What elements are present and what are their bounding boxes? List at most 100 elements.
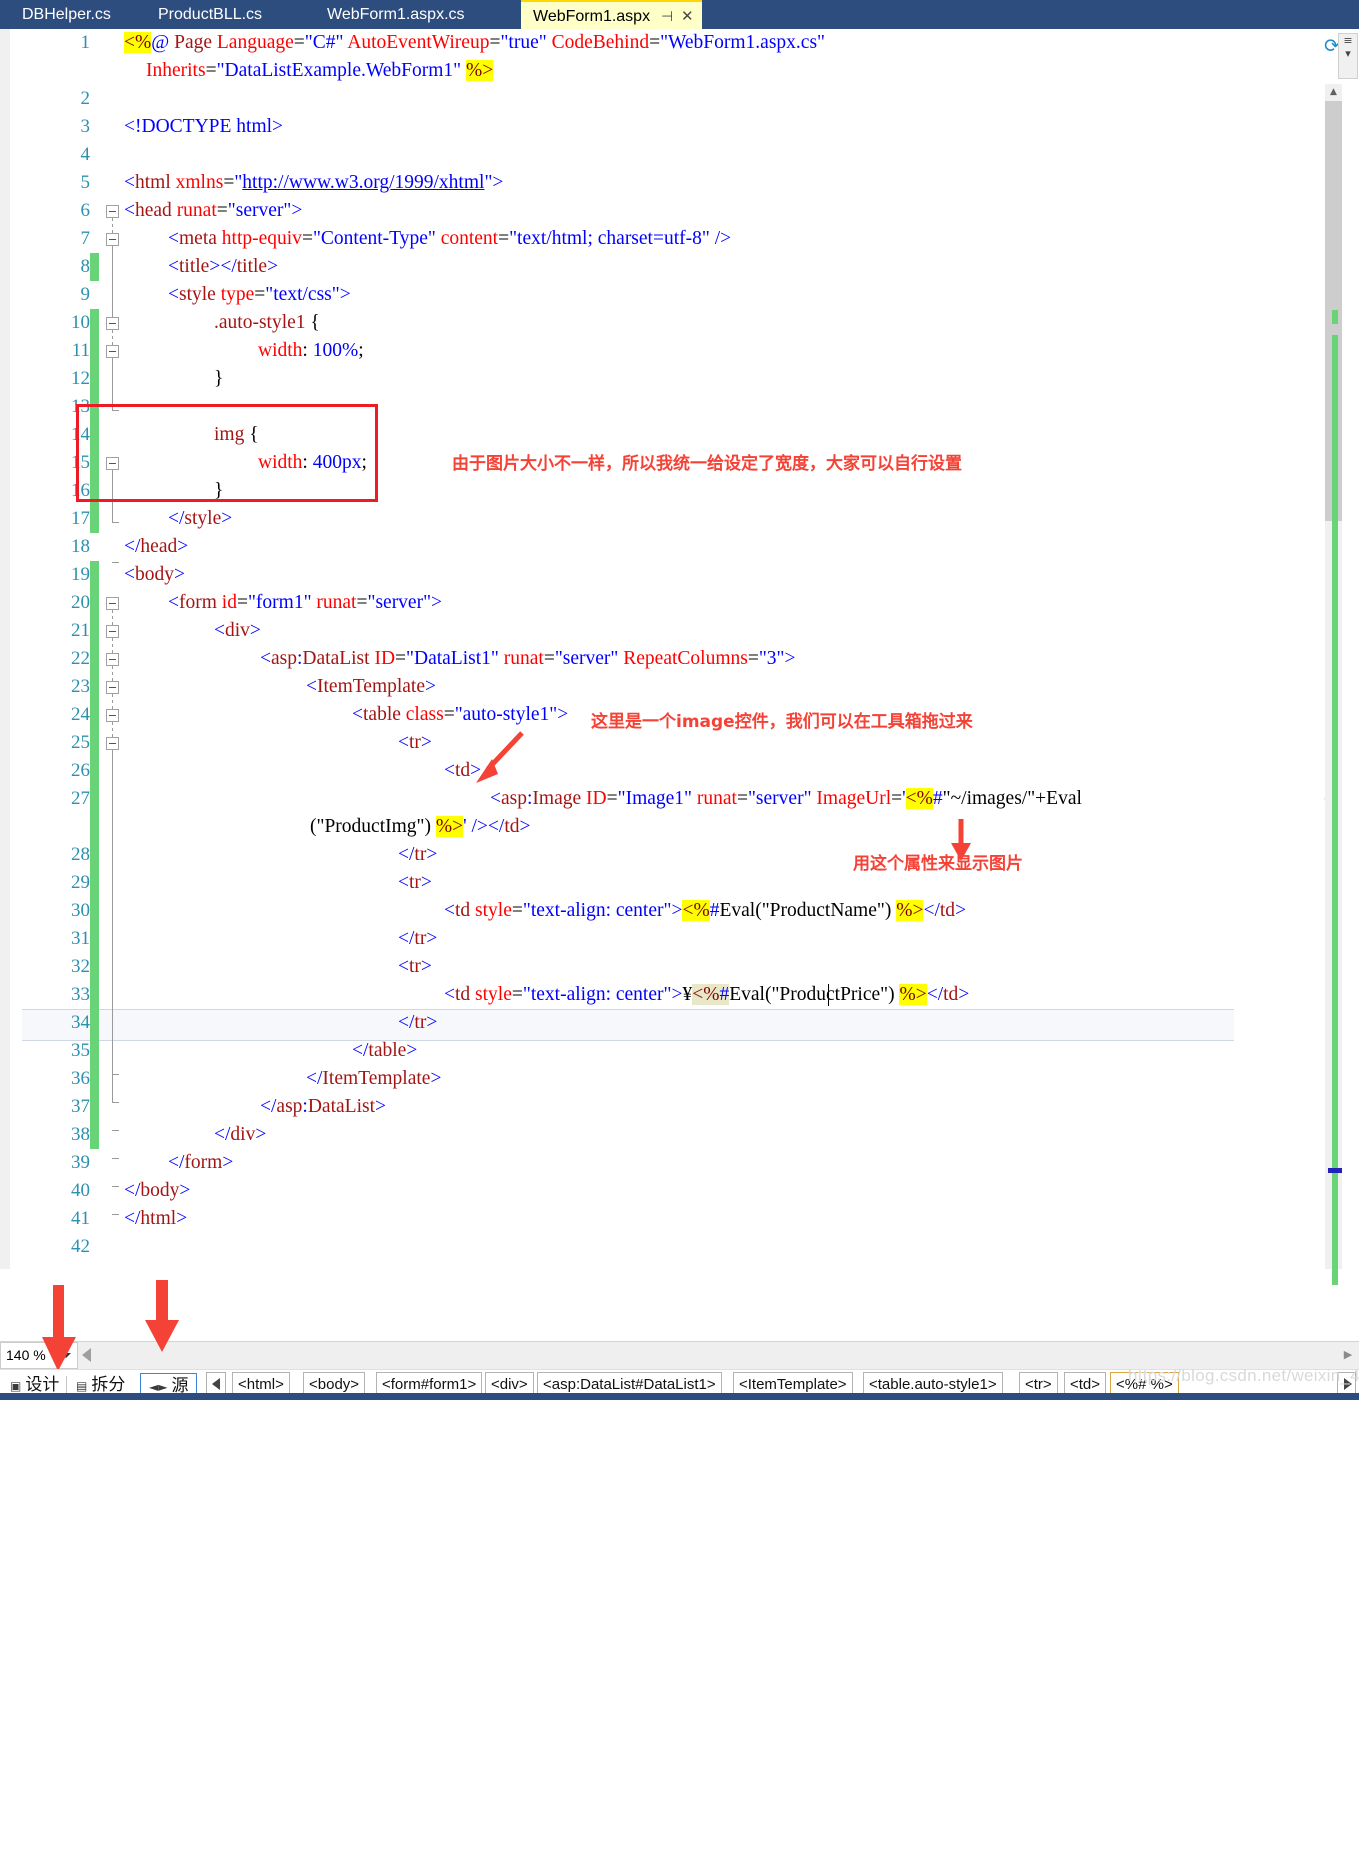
- watermark-text: https://blog.csdn.net/weixin_46596213: [1128, 1366, 1359, 1385]
- code-line-22: <asp:DataList ID="DataList1" runat="serv…: [260, 648, 796, 669]
- code-line-3: <!DOCTYPE html>: [124, 116, 284, 137]
- line-number: 33: [71, 984, 90, 1005]
- code-line-40: </body>: [124, 1180, 191, 1201]
- line-number: 42: [71, 1236, 90, 1257]
- tab-productbll-cs[interactable]: ProductBLL.cs: [158, 0, 262, 29]
- annotation-arrow-to-image-control: [476, 731, 524, 783]
- code-line-29: <tr>: [398, 872, 432, 893]
- code-line-8: <title></title>: [168, 256, 279, 277]
- code-line-27: <asp:Image ID="Image1" runat="server" Im…: [490, 788, 1082, 809]
- line-number: 20: [71, 592, 90, 613]
- line-number: 36: [71, 1068, 90, 1089]
- code-line-24: <table class="auto-style1">: [352, 704, 569, 725]
- horizontal-scroll-right-button[interactable]: ▶: [1341, 1346, 1355, 1364]
- line-number: 4: [80, 144, 91, 165]
- tab-label: ProductBLL.cs: [158, 6, 263, 23]
- code-line-9: <style type="text/css">: [168, 284, 351, 305]
- visual-studio-editor-window: DBHelper.cs ProductBLL.cs WebForm1.aspx.…: [0, 0, 1359, 1400]
- line-number: 8: [80, 256, 91, 277]
- line-number: 38: [71, 1124, 90, 1145]
- pin-icon[interactable]: ⊣: [661, 2, 673, 31]
- code-editor[interactable]: 1 2 3 4 5 6 7 8 9 10 11 12 13 14 15 16 1…: [0, 29, 1359, 1269]
- change-marker-bar: [1332, 310, 1338, 324]
- close-icon[interactable]: ✕: [681, 2, 694, 31]
- code-line-19: <body>: [124, 564, 185, 585]
- change-marker-bar: [1332, 335, 1338, 1285]
- editor-left-margin: [0, 29, 10, 1269]
- code-line-35: </table>: [352, 1040, 418, 1061]
- annotation-arrow-to-source-button: [145, 1280, 179, 1352]
- line-number: 39: [71, 1152, 90, 1173]
- line-number: 2: [80, 88, 91, 109]
- text-caret: [828, 984, 829, 1006]
- line-number: 12: [71, 368, 90, 389]
- tab-webform1-aspx[interactable]: WebForm1.aspx ⊣ ✕: [521, 0, 702, 29]
- line-number: 40: [71, 1180, 90, 1201]
- editor-bottom-bar: 140 % ▶: [0, 1341, 1359, 1369]
- line-number: 30: [71, 900, 90, 921]
- line-number: 26: [71, 760, 90, 781]
- line-number: 22: [71, 648, 90, 669]
- code-line-12: }: [214, 368, 224, 389]
- code-line-6: <head runat="server">: [124, 200, 303, 221]
- code-line-32: <tr>: [398, 956, 432, 977]
- tab-label: WebForm1.aspx.cs: [327, 6, 465, 23]
- line-number: 18: [71, 536, 90, 557]
- tab-label: WebForm1.aspx: [533, 8, 651, 25]
- line-number: 35: [71, 1040, 90, 1061]
- scrollbar-options-icon[interactable]: ≡ ▾: [1338, 33, 1358, 79]
- line-number: 3: [80, 116, 91, 137]
- line-number: 9: [80, 284, 91, 305]
- line-number: 10: [71, 312, 90, 333]
- line-number: 41: [71, 1208, 90, 1229]
- line-number: 1: [80, 32, 91, 53]
- editor-tab-bar: DBHelper.cs ProductBLL.cs WebForm1.aspx.…: [0, 0, 1359, 29]
- line-number: 25: [71, 732, 90, 753]
- tab-label: DBHelper.cs: [22, 6, 111, 23]
- line-number: 34: [71, 1012, 90, 1033]
- line-number: 29: [71, 872, 90, 893]
- code-line-23: <ItemTemplate>: [306, 676, 437, 697]
- tab-dbhelper-cs[interactable]: DBHelper.cs: [22, 0, 111, 29]
- code-line-37: </asp:DataList>: [260, 1096, 386, 1117]
- line-number: 24: [71, 704, 90, 725]
- line-number: 21: [71, 620, 90, 641]
- code-line-34: </tr>: [398, 1012, 438, 1033]
- code-line-30: <td style="text-align: center"><%#Eval("…: [444, 900, 967, 921]
- code-line-18: </head>: [124, 536, 189, 557]
- line-number: 7: [80, 228, 91, 249]
- line-number: 11: [71, 340, 90, 361]
- code-line-21: <div>: [214, 620, 261, 641]
- window-footer: [0, 1393, 1359, 1400]
- code-line-20: <form id="form1" runat="server">: [168, 592, 443, 613]
- horizontal-scroll-left-button[interactable]: [82, 1348, 91, 1362]
- code-line-31: </tr>: [398, 928, 438, 949]
- code-line-36: </ItemTemplate>: [306, 1068, 442, 1089]
- annotation-img-width-note: 由于图片大小不一样，所以我统一给设定了宽度，大家可以自行设置: [452, 454, 962, 474]
- tab-webform1-aspx-cs[interactable]: WebForm1.aspx.cs: [327, 0, 465, 29]
- annotation-arrow-to-design-button: [42, 1285, 76, 1371]
- code-line-10: .auto-style1 {: [214, 312, 320, 333]
- source-view-icon: ◄►: [149, 1380, 168, 1394]
- code-line-7: <meta http-equiv="Content-Type" content=…: [168, 228, 732, 249]
- code-line-41: </html>: [124, 1208, 188, 1229]
- code-line-17: </style>: [168, 508, 233, 529]
- code-line-25: <tr>: [398, 732, 432, 753]
- line-number: 32: [71, 956, 90, 977]
- code-text-area[interactable]: <%@ Page Language="C#" AutoEventWireup="…: [98, 29, 1308, 1269]
- code-line-11: width: 100%;: [258, 340, 364, 361]
- annotation-image-control-note: 这里是一个image控件，我们可以在工具箱拖过来: [591, 712, 973, 732]
- code-line-33: <td style="text-align: center">¥<%#Eval(…: [444, 984, 970, 1005]
- line-number: 6: [80, 200, 91, 221]
- scroll-up-button[interactable]: ▲: [1325, 84, 1342, 101]
- annotation-box-img-rule: [76, 404, 378, 502]
- line-number: 19: [71, 564, 90, 585]
- code-line-5: <html xmlns="http://www.w3.org/1999/xhtm…: [124, 172, 504, 193]
- caret-position-marker: [1328, 1168, 1342, 1173]
- annotation-imageurl-note: 用这个属性来显示图片: [853, 854, 1023, 874]
- annotation-arrow-to-imageurl: [951, 819, 971, 861]
- design-view-icon: ▣: [10, 1379, 22, 1393]
- line-number: 17: [71, 508, 90, 529]
- split-view-icon: ▤: [76, 1379, 88, 1393]
- line-number: 28: [71, 844, 90, 865]
